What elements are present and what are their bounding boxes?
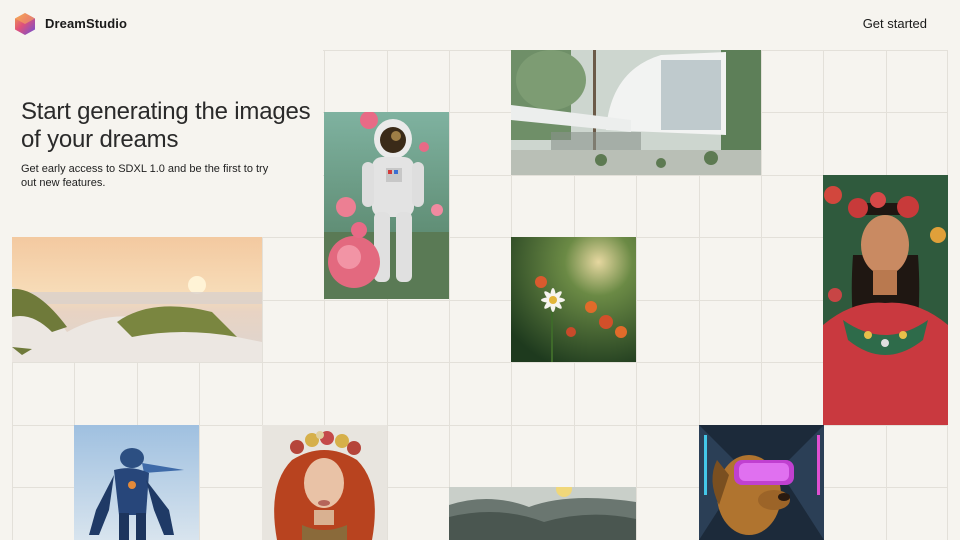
beach-dunes-sunset-image[interactable] — [12, 237, 262, 362]
astronaut-roses-image[interactable] — [324, 112, 449, 299]
vr-dog-image[interactable] — [699, 425, 824, 540]
frida-portrait-image[interactable] — [823, 175, 948, 425]
header: DreamStudio Get started — [0, 0, 960, 50]
hexagon-gradient-logo-icon[interactable] — [13, 12, 37, 36]
hero-subtitle: Get early access to SDXL 1.0 and be the … — [21, 163, 269, 189]
hero-section: Start generating the images of your drea… — [12, 50, 323, 237]
mountain-valley-image[interactable] — [449, 487, 636, 540]
gallery-grid: Start generating the images of your drea… — [12, 50, 948, 540]
blue-armored-robot-image[interactable] — [74, 425, 199, 540]
redhead-flower-crown-image[interactable] — [262, 425, 387, 540]
modern-house-image[interactable] — [511, 50, 761, 175]
daisy-flowers-image[interactable] — [511, 237, 636, 362]
hero-title: Start generating the images of your drea… — [21, 98, 311, 153]
brand-name[interactable]: DreamStudio — [45, 16, 127, 31]
get-started-link[interactable]: Get started — [863, 16, 927, 31]
